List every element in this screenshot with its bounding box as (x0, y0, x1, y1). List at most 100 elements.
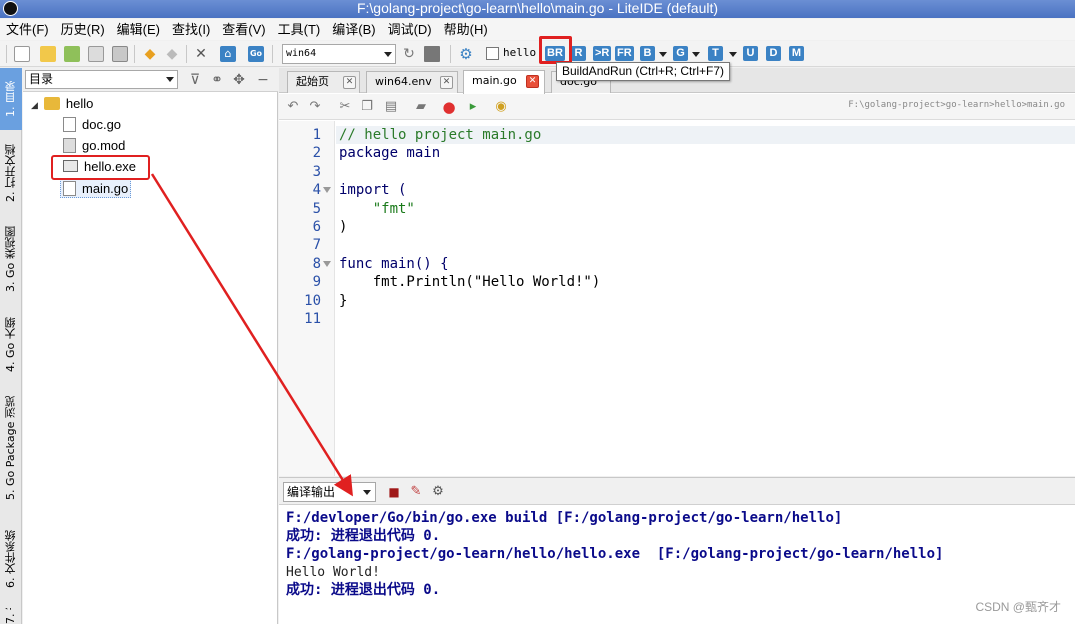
tab-main-go[interactable]: main.go ✕ (463, 70, 545, 94)
back-arrow-icon[interactable]: ◆ (142, 46, 158, 62)
tree-root-label: hello (65, 96, 94, 111)
menu-view[interactable]: 查看(V) (216, 19, 271, 40)
tab-file-system[interactable]: 6. 文件系统 (0, 514, 22, 604)
run-button[interactable]: R (571, 46, 586, 61)
copy-icon[interactable]: ❐ (359, 99, 375, 115)
target-label: hello (503, 46, 537, 59)
tree-file-item-selected[interactable]: main.go (60, 178, 132, 198)
code-line[interactable]: } (336, 292, 1075, 310)
code-editor[interactable]: // hello project main.go package main im… (336, 121, 1075, 476)
paste-icon[interactable]: ▤ (383, 99, 399, 115)
line-number: 11 (304, 311, 321, 327)
menu-history[interactable]: 历史(R) (55, 19, 111, 40)
directory-view-select[interactable]: 目录 (25, 70, 178, 89)
tab-win64-env[interactable]: win64.env ✕ (366, 71, 458, 93)
annotation-highlight-box (539, 36, 572, 64)
menu-tools[interactable]: 工具(T) (272, 19, 327, 40)
menu-file[interactable]: 文件(F) (0, 19, 55, 40)
line-number: 8 (312, 256, 321, 272)
clear-output-icon[interactable]: ✎ (408, 484, 424, 500)
tree-root-folder[interactable]: ◢ hello (31, 94, 93, 114)
home-icon[interactable]: ⌂ (220, 46, 236, 62)
minimize-panel-icon[interactable]: − (255, 72, 271, 88)
format-icon[interactable]: ◉ (493, 99, 509, 115)
tab-go-outline[interactable]: 4. Go 大纲 (0, 308, 22, 382)
code-line[interactable]: package main (336, 144, 1075, 162)
expand-triangle-icon[interactable]: ◢ (31, 100, 38, 110)
close-icon[interactable]: ✕ (526, 75, 539, 88)
sync-link-icon[interactable]: ⚭ (209, 72, 225, 88)
refresh-env-icon[interactable]: ↻ (401, 46, 417, 62)
tab-directory[interactable]: 1. 目录 (0, 68, 22, 130)
file-icon (63, 117, 76, 132)
chevron-down-icon[interactable] (659, 52, 667, 57)
menu-build[interactable]: 编译(B) (326, 19, 381, 40)
annotation-highlight-box (51, 155, 150, 180)
code-line[interactable]: // hello project main.go (336, 126, 1075, 144)
fold-marker-icon[interactable] (323, 187, 331, 193)
fold-marker-icon[interactable] (323, 261, 331, 267)
code-line[interactable]: func main() { (336, 255, 1075, 273)
lock-icon[interactable]: ▰ (413, 99, 429, 115)
edit-env-icon[interactable] (424, 46, 440, 62)
file-run-button[interactable]: FR (615, 46, 634, 61)
build-button[interactable]: B (640, 46, 655, 61)
menu-edit[interactable]: 编辑(E) (111, 19, 166, 40)
line-number: 9 (312, 274, 321, 290)
forward-arrow-icon[interactable]: ◆ (164, 46, 180, 62)
environment-select[interactable]: win64 (282, 44, 396, 64)
new-file-icon[interactable] (14, 46, 30, 62)
toolbar-separator (134, 45, 135, 63)
tab-go-class-view[interactable]: 3. Go 类视图 (0, 214, 22, 304)
tab-open-documents[interactable]: 2. 打开文档 (0, 136, 22, 210)
output-channel-select[interactable]: 编译输出 (283, 482, 376, 502)
filter-icon[interactable]: ⊽ (187, 72, 203, 88)
test-button[interactable]: T (708, 46, 723, 61)
code-line[interactable] (336, 310, 1075, 328)
go-icon[interactable]: Go (248, 46, 264, 62)
save-all-icon[interactable] (112, 46, 128, 62)
tab-bookmarks[interactable]: 7. 书签 (0, 608, 22, 624)
cut-icon[interactable]: ✂ (337, 99, 353, 115)
open-file-icon[interactable] (40, 46, 56, 62)
code-line[interactable]: ) (336, 218, 1075, 236)
chevron-down-icon[interactable] (692, 52, 700, 57)
tab-go-package-browser[interactable]: 5. Go Package 浏览 (0, 386, 22, 510)
redo-icon[interactable]: ↷ (307, 99, 323, 115)
tree-file-item[interactable]: go.mod (63, 136, 125, 156)
tree-file-item[interactable]: doc.go (63, 115, 121, 135)
goto-icon[interactable]: ▸ (465, 99, 481, 115)
code-line[interactable] (336, 236, 1075, 254)
close-icon[interactable]: ✕ (343, 76, 356, 89)
menu-find[interactable]: 查找(I) (166, 19, 216, 40)
update-button[interactable]: U (743, 46, 758, 61)
pin-icon[interactable]: ✥ (231, 72, 247, 88)
tools-icon[interactable]: ✕ (193, 46, 209, 62)
menu-help[interactable]: 帮助(H) (438, 19, 494, 40)
get-button[interactable]: G (673, 46, 688, 61)
code-line[interactable]: fmt.Println("Hello World!") (336, 273, 1075, 291)
line-number: 1 (312, 127, 321, 143)
chevron-down-icon (363, 490, 371, 495)
build-config-gear-icon[interactable]: ⚙ (458, 46, 474, 62)
target-checkbox[interactable] (486, 47, 499, 60)
window-title: F:\golang-project\go-learn\hello\main.go… (356, 0, 719, 16)
debug-button[interactable]: D (766, 46, 781, 61)
open-folder-icon[interactable] (64, 46, 80, 62)
stop-icon[interactable]: ■ (386, 484, 402, 500)
output-channel-value: 编译输出 (287, 485, 336, 499)
module-button[interactable]: M (789, 46, 804, 61)
code-line[interactable]: "fmt" (336, 200, 1075, 218)
save-icon[interactable] (88, 46, 104, 62)
undo-icon[interactable]: ↶ (285, 99, 301, 115)
run-terminal-button[interactable]: >R (593, 46, 612, 61)
code-line[interactable] (336, 163, 1075, 181)
close-icon[interactable]: ✕ (440, 76, 453, 89)
breakpoint-icon[interactable]: ● (441, 99, 457, 115)
code-line[interactable]: import ( (336, 181, 1075, 199)
menu-debug[interactable]: 调试(D) (382, 19, 438, 40)
output-settings-gear-icon[interactable]: ⚙ (430, 484, 446, 500)
chevron-down-icon[interactable] (729, 52, 737, 57)
tab-start-page[interactable]: 起始页 ✕ (287, 71, 360, 93)
liteide-app-icon[interactable] (3, 1, 18, 16)
